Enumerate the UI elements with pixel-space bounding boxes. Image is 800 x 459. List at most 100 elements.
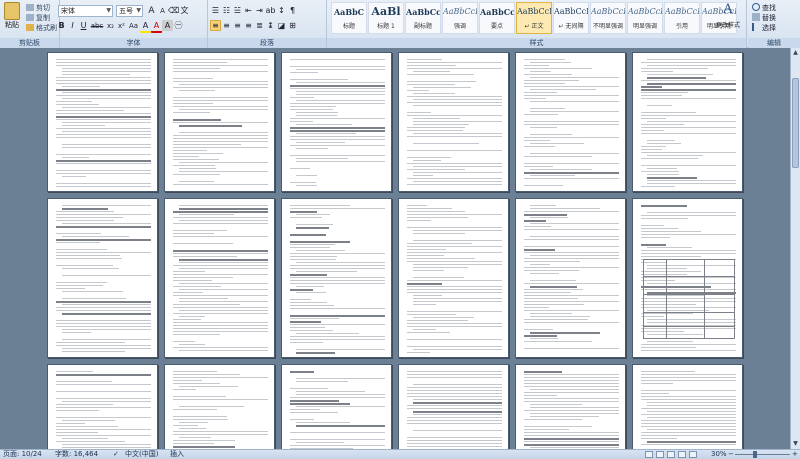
document-page[interactable] — [47, 364, 158, 449]
document-page[interactable] — [281, 198, 392, 358]
style-strong[interactable]: AaBbCcD 要点 — [479, 2, 515, 34]
style-title[interactable]: AaBbC 标题 — [331, 2, 367, 34]
multilevel-list-icon[interactable]: ☱ — [232, 5, 243, 16]
font-color-button[interactable]: A — [151, 20, 162, 33]
text-line — [530, 127, 558, 128]
document-page[interactable] — [164, 198, 275, 358]
text-line — [524, 419, 583, 420]
grow-font-button[interactable]: A — [146, 6, 157, 17]
cut-button[interactable]: 剪切 — [26, 3, 50, 13]
shading-icon[interactable]: ◪ — [276, 20, 287, 31]
style-name: ↵ 无间隔 — [558, 23, 584, 30]
find-button[interactable]: 查找 — [752, 3, 776, 13]
web-layout-icon[interactable] — [667, 451, 675, 458]
show-marks-icon[interactable]: ¶ — [287, 5, 298, 16]
draft-view-icon[interactable] — [689, 451, 697, 458]
change-case-button[interactable]: Aa — [127, 21, 140, 32]
superscript-button[interactable]: x² — [116, 21, 127, 32]
align-center-icon[interactable]: ≡ — [221, 20, 232, 31]
bold-button[interactable]: B — [56, 20, 67, 31]
text-line — [56, 154, 151, 155]
text-line — [290, 342, 324, 343]
subscript-button[interactable]: x₂ — [105, 21, 116, 32]
word-count[interactable]: 字数: 16,464 — [55, 450, 98, 459]
print-layout-icon[interactable] — [645, 451, 653, 458]
text-line — [173, 371, 218, 372]
document-page[interactable] — [632, 198, 743, 358]
zoom-in-icon[interactable]: + — [792, 450, 798, 459]
document-page[interactable] — [281, 52, 392, 192]
style-subtitle[interactable]: AaBbCc 副标题 — [405, 2, 441, 34]
font-name-select[interactable]: 宋体 ▼ — [58, 5, 113, 17]
document-workspace[interactable] — [0, 48, 790, 449]
italic-button[interactable]: I — [67, 20, 78, 31]
select-button[interactable]: 选择 — [752, 23, 776, 33]
style-emphasis[interactable]: AaBbCcD 强调 — [442, 2, 478, 34]
page-indicator[interactable]: 页面: 10/24 — [3, 450, 42, 459]
distribute-icon[interactable]: ≣ — [254, 20, 265, 31]
align-left-icon[interactable]: ≡ — [210, 20, 221, 31]
line-spacing-icon[interactable]: ↨ — [265, 20, 276, 31]
zoom-slider-handle[interactable] — [753, 451, 757, 458]
style-quote[interactable]: AaBbCcDc 引用 — [664, 2, 700, 34]
copy-button[interactable]: 复制 — [26, 13, 50, 23]
paste-button[interactable]: 粘贴 — [2, 2, 22, 34]
document-page[interactable] — [281, 364, 392, 449]
text-line — [296, 349, 385, 350]
document-page[interactable] — [398, 364, 509, 449]
enclose-char-icon[interactable]: ㊀ — [173, 20, 184, 31]
numbering-icon[interactable]: ☷ — [221, 5, 232, 16]
document-page[interactable] — [515, 52, 626, 192]
pinyin-icon[interactable]: 文 — [179, 5, 190, 16]
document-page[interactable] — [398, 198, 509, 358]
text-line — [647, 140, 675, 141]
document-page[interactable] — [398, 52, 509, 192]
zoom-slider[interactable] — [735, 454, 790, 455]
increase-indent-icon[interactable]: ⇥ — [254, 5, 265, 16]
shrink-font-button[interactable]: A — [157, 6, 168, 17]
style-normal[interactable]: AaBbCcDc ↵ 正文 — [516, 2, 552, 34]
document-page[interactable] — [47, 198, 158, 358]
style-intense-emphasis[interactable]: AaBbCcDc 明显强调 — [627, 2, 663, 34]
full-screen-reading-icon[interactable] — [656, 451, 664, 458]
bullets-icon[interactable]: ☰ — [210, 5, 221, 16]
document-page[interactable] — [164, 52, 275, 192]
style-heading-1[interactable]: AaBl 标题 1 — [368, 2, 404, 34]
document-page[interactable] — [47, 52, 158, 192]
text-line — [179, 109, 268, 110]
scroll-up-icon[interactable]: ▲ — [792, 49, 799, 57]
document-page[interactable] — [632, 52, 743, 192]
decrease-indent-icon[interactable]: ⇤ — [243, 5, 254, 16]
zoom-out-icon[interactable]: − — [728, 450, 734, 459]
insert-mode[interactable]: 插入 — [170, 450, 184, 459]
text-line — [62, 438, 109, 439]
outline-view-icon[interactable] — [678, 451, 686, 458]
underline-button[interactable]: U — [78, 20, 89, 31]
scroll-down-icon[interactable]: ▼ — [792, 440, 799, 448]
document-page[interactable] — [632, 364, 743, 449]
scroll-thumb[interactable] — [792, 78, 799, 168]
font-size-select[interactable]: 五号 ▼ — [116, 5, 143, 17]
change-styles-button[interactable]: A 更改样式 — [712, 2, 744, 29]
strikethrough-button[interactable]: abc — [89, 21, 105, 32]
document-page[interactable] — [164, 364, 275, 449]
borders-icon[interactable]: ⊞ — [287, 20, 298, 31]
clear-format-icon[interactable]: ⌫ — [168, 5, 179, 16]
document-page[interactable] — [515, 198, 626, 358]
sort-icon[interactable]: ↕ — [276, 5, 287, 16]
format-painter-button[interactable]: 格式刷 — [26, 23, 57, 33]
replace-button[interactable]: 替换 — [752, 13, 776, 23]
char-shading-icon[interactable]: A — [162, 20, 173, 31]
style-subtle-emphasis[interactable]: AaBbCcDc 不明显强调 — [590, 2, 626, 34]
style-no-spacing[interactable]: AaBbCcDc ↵ 无间隔 — [553, 2, 589, 34]
language-indicator[interactable]: 中文(中国) — [125, 450, 158, 459]
text-line — [524, 374, 619, 375]
vertical-scrollbar[interactable]: ▲ ▼ — [790, 48, 800, 449]
chinese-layout-icon[interactable]: ab — [265, 5, 276, 16]
spell-check-icon[interactable]: ✓ — [113, 450, 119, 459]
highlight-button[interactable]: A — [140, 20, 151, 33]
align-right-icon[interactable]: ≡ — [232, 20, 243, 31]
zoom-level[interactable]: 30% — [711, 450, 727, 459]
justify-icon[interactable]: ≡ — [243, 20, 254, 31]
document-page[interactable] — [515, 364, 626, 449]
